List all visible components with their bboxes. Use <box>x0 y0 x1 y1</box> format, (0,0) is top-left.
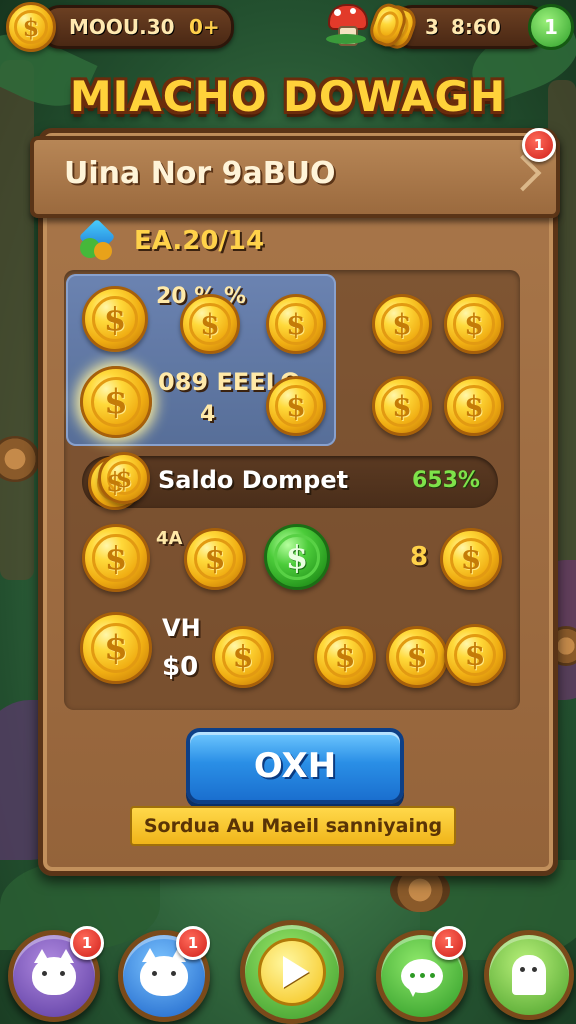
check-icon[interactable]: 1 <box>528 4 574 50</box>
row3-label: 4A <box>156 528 183 549</box>
coin-icon[interactable]: $ <box>82 286 148 352</box>
coin-icon[interactable]: $ <box>372 294 432 354</box>
row3-number: 8 <box>410 542 429 572</box>
coin-icon[interactable]: $ <box>314 626 376 688</box>
ghost-icon <box>512 955 546 995</box>
panel-header: Uina Nor 9aBUO <box>30 136 560 218</box>
nav-play-button[interactable] <box>240 920 344 1024</box>
coin-icon[interactable]: $ <box>212 626 274 688</box>
coin-icon[interactable]: $ <box>444 376 504 436</box>
coin-icon[interactable]: $ <box>444 624 506 686</box>
coin-icon[interactable]: $ <box>184 528 246 590</box>
game-title: MIACHO DOWAGH <box>69 72 507 121</box>
nav-badge-1: 1 <box>70 926 104 960</box>
coin-icon[interactable]: $ <box>386 626 448 688</box>
coin-icon: $ <box>6 2 56 52</box>
coin-icon[interactable]: $ <box>372 376 432 436</box>
coin-icon[interactable]: $ <box>80 612 152 684</box>
info-banner: Sordua Au Maeil sanniyaing <box>130 806 456 846</box>
coin-icon[interactable]: $ <box>80 366 152 438</box>
panel-notification-badge: 1 <box>522 128 556 162</box>
currency-left-label: MOOU.30 <box>69 15 175 39</box>
ok-button[interactable]: OXH <box>186 728 404 804</box>
mushroom-icon[interactable] <box>326 4 368 46</box>
nav-ghost-button[interactable] <box>484 930 574 1020</box>
coin-icon[interactable]: $ <box>266 294 326 354</box>
vh-value: $0 <box>162 652 199 682</box>
coin-icon[interactable]: $ <box>82 524 150 592</box>
nav-badge-4: 1 <box>432 926 466 960</box>
coin-icon[interactable]: $ <box>440 528 502 590</box>
nav-badge-2: 1 <box>176 926 210 960</box>
selected-label-sub: 4 <box>200 402 216 427</box>
cat-icon <box>32 949 76 995</box>
currency-left-value: 0+ <box>189 15 220 39</box>
coin-stack-icon <box>365 0 421 53</box>
play-icon <box>283 956 309 988</box>
cat-icon <box>140 948 188 996</box>
timer-value: 8:60 <box>451 15 501 39</box>
check-badge-count: 1 <box>544 15 558 39</box>
vh-label: VH <box>162 614 201 642</box>
coin-icon[interactable]: $ <box>180 294 240 354</box>
coin-icon[interactable]: $ <box>266 376 326 436</box>
saldo-value: 653% <box>412 468 480 493</box>
currency-pill-left[interactable]: MOOU.30 0+ <box>40 5 234 49</box>
panel-header-title: Uina Nor 9aBUO <box>64 156 336 191</box>
timer-count: 3 <box>425 15 439 39</box>
heart-diamond-icon <box>78 218 118 262</box>
coin-icon[interactable]: $ <box>444 294 504 354</box>
saldo-label: Saldo Dompet <box>158 466 349 494</box>
green-coin-icon[interactable]: $ <box>264 524 330 590</box>
chat-icon <box>401 959 443 997</box>
panel-date: EA.20/14 <box>134 226 265 256</box>
